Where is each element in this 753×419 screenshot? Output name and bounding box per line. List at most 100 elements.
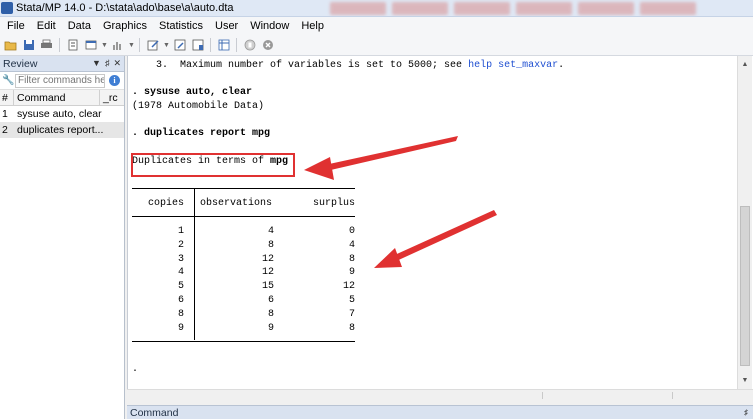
toolbar-separator [139,38,140,52]
table-cell-surplus: 9 [348,267,355,279]
table-header-copies: copies [147,198,184,209]
table-cell-observations: 4 [267,226,274,237]
results-status-strip [127,389,753,401]
history-item-command: duplicates report... [17,124,104,136]
window-title: Stata/MP 14.0 - D:\stata\ado\base\a\auto… [16,2,234,14]
stata-app-icon [1,2,13,14]
menu-data[interactable]: Data [68,20,91,32]
results-note-end: . [558,60,565,71]
table-header-surplus: surplus [312,198,355,209]
table-cell-copies: 4 [177,267,184,279]
blurred-background-tabs [330,0,753,16]
table-cell-surplus: 12 [342,281,355,293]
menu-window[interactable]: Window [250,20,289,32]
results-command-duplicates: . duplicates report mpg [132,128,271,139]
pin-icon[interactable]: ♯ [105,58,110,69]
table-cell-surplus: 5 [348,295,355,306]
wrench-icon[interactable]: 🔧 [2,75,15,86]
open-icon[interactable] [3,38,18,53]
table-header-observations: observations [200,198,273,209]
column-header-rc[interactable]: _rc [100,92,118,104]
history-item-number: 2 [2,124,8,136]
table-cell-observations: 9 [267,322,274,334]
table-cell-observations: 8 [267,239,274,251]
close-icon[interactable]: ✕ [113,58,121,69]
table-cell-observations: 6 [267,295,274,306]
menu-edit[interactable]: Edit [37,20,56,32]
chevron-down-icon[interactable]: ▼ [163,42,170,49]
table-top-rule [132,188,355,189]
results-note-text: 3. Maximum number of variables is set to… [132,60,469,71]
scroll-up-icon[interactable]: ▲ [738,58,752,71]
review-filter-row: 🔧 i [0,72,124,90]
results-vertical-scrollbar[interactable]: ▲ ▼ [737,56,752,389]
table-cell-surplus: 0 [348,226,355,237]
history-item[interactable]: 1 sysuse auto, clear [0,106,124,122]
stata-window: Stata/MP 14.0 - D:\stata\ado\base\a\auto… [0,0,753,419]
review-header: Review ▼ ♯ ✕ [0,56,124,72]
review-panel: Review ▼ ♯ ✕ 🔧 i # Command _rc 1 sysuse … [0,56,125,419]
table-cell-surplus: 7 [348,308,355,320]
results-command-sysuse: . sysuse auto, clear [132,87,253,98]
break-icon[interactable] [260,38,275,53]
command-prompt: . [132,364,139,375]
data-editor-icon[interactable] [172,38,187,53]
help-link[interactable]: help [468,60,492,71]
review-title: Review [3,57,38,70]
menu-bar: File Edit Data Graphics Statistics User … [0,17,753,35]
variables-manager-icon[interactable] [216,38,231,53]
do-file-editor-icon[interactable] [145,38,160,53]
menu-file[interactable]: File [7,20,25,32]
table-cell-copies: 3 [177,253,184,265]
graph-icon[interactable] [110,38,125,53]
print-icon[interactable] [39,38,54,53]
results-note-line: 3. Maximum number of variables is set to… [132,59,564,72]
pin-icon[interactable]: ♯ [744,408,748,417]
more-icon[interactable] [242,38,257,53]
filter-commands-input[interactable] [15,73,105,88]
menu-graphics[interactable]: Graphics [103,20,147,32]
results-window[interactable]: 3. Maximum number of variables is set to… [127,56,753,389]
scroll-thumb[interactable] [740,206,750,366]
toolbar-separator [59,38,60,52]
command-pane-title: Command [130,406,179,419]
annotation-highlight-box [131,153,295,177]
scroll-down-icon[interactable]: ▼ [738,374,752,387]
history-item-number: 1 [2,108,8,120]
table-cell-observations: 12 [261,267,274,279]
table-bottom-rule [132,341,355,342]
table-cell-copies: 6 [177,295,184,306]
history-item[interactable]: 2 duplicates report... [0,122,124,138]
table-cell-observations: 12 [261,253,274,265]
table-header-rule [132,216,355,217]
info-icon[interactable]: i [109,75,120,86]
toolbar-separator [236,38,237,52]
table-column-rule [194,188,195,340]
filter-icon[interactable]: ▼ [92,58,101,69]
review-column-headers: # Command _rc [0,90,124,106]
menu-help[interactable]: Help [301,20,324,32]
log-icon[interactable] [65,38,80,53]
table-cell-copies: 5 [177,281,184,293]
results-output-dataset: (1978 Automobile Data) [132,101,265,112]
toolbar-separator [210,38,211,52]
chevron-down-icon[interactable]: ▼ [128,42,135,49]
set-maxvar-link[interactable]: set_maxvar [498,60,558,71]
table-cell-surplus: 8 [348,253,355,265]
column-header-number[interactable]: # [0,90,14,105]
chevron-down-icon[interactable]: ▼ [101,42,108,49]
command-pane-header: Command ♯ [127,405,753,419]
column-header-command[interactable]: Command [14,90,100,105]
menu-statistics[interactable]: Statistics [159,20,203,32]
table-cell-observations: 15 [261,281,274,293]
toolbar: ▼ ▼ ▼ [0,35,753,56]
table-cell-copies: 2 [177,239,184,251]
save-icon[interactable] [21,38,36,53]
history-item-command: sysuse auto, clear [17,108,102,120]
menu-user[interactable]: User [215,20,238,32]
table-cell-surplus: 4 [348,239,355,251]
title-bar: Stata/MP 14.0 - D:\stata\ado\base\a\auto… [0,0,753,17]
viewer-icon[interactable] [83,38,98,53]
data-browser-icon[interactable] [190,38,205,53]
table-cell-copies: 1 [177,226,184,237]
